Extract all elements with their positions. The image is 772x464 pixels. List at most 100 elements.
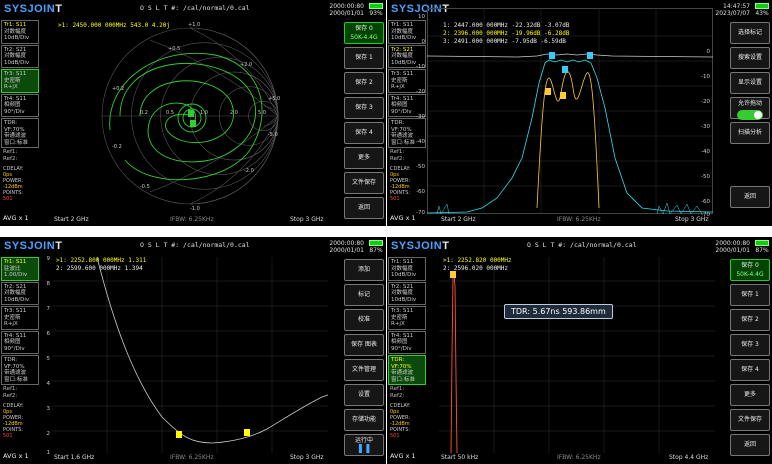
tdr-trace-plot[interactable] (439, 257, 715, 453)
smith-chart[interactable]: +0.5 +1.0 +2.0 +5.0 +0.2 -0.2 -0.5 -1.0 … (40, 20, 342, 212)
soft-menu: 保存 0 50K-4.4G 保存 1 保存 2 保存 3 保存 4 更多 文件保存… (344, 22, 384, 222)
save-chart-button[interactable]: 保存 图表 (344, 334, 384, 356)
trace-3[interactable]: Tr3: S11 史密斯 R+jX (388, 306, 426, 330)
ref2: Ref2: (390, 155, 405, 162)
start-freq[interactable]: Start 1.6 GHz (54, 454, 94, 461)
stop-freq[interactable]: Stop 3 GHz (290, 454, 324, 461)
trace-1[interactable]: Tr1: S11 驻波比 1.00/Div (1, 257, 39, 281)
save-4-button[interactable]: 保存 4 (344, 122, 384, 144)
scan-analysis-button[interactable]: 扫描分析 (730, 122, 770, 144)
save-3-button[interactable]: 保存 3 (730, 334, 770, 356)
soft-menu: 添加 标记 校准 保存 图表 文件管理 设置 存储功能 运行中 ❚❚ (344, 259, 384, 459)
trace-2[interactable]: Tr2: S21 对数幅度 10dB/Div (1, 44, 39, 68)
sweep-info: CDELAY: 0ps POWER: -12dBm POINTS: 501 (3, 166, 24, 202)
avg-count: AVG x 1 (3, 214, 29, 222)
toggle-switch-icon (737, 110, 763, 120)
screen-filter: SYSJOINT 14:47:57 2023/07/07 43% Tr1: S11… (387, 0, 772, 226)
battery-icon: 93% (369, 3, 383, 17)
save-0-button[interactable]: 保存 0 50K-4.4G (344, 22, 384, 44)
trace-4[interactable]: Tr4: S11 相频图 90°/Div (1, 330, 39, 354)
trace-4[interactable]: Tr4: S11 相频图 90°/Div (1, 93, 39, 117)
tdr-settings[interactable]: TDR: VF:70% 带通滤波 窗口:标准 (388, 355, 426, 385)
logo: SYSJOINT (4, 240, 63, 252)
svg-text:+1.0: +1.0 (188, 22, 200, 28)
trace-3[interactable]: Tr3: S11 史密斯 R+jX (1, 69, 39, 93)
running-button[interactable]: 运行中 ❚❚ (344, 434, 384, 456)
select-marker-button[interactable]: 选择标记 (730, 22, 770, 44)
screen-vswr: SYSJOINT O S L T #: /cal/normal/0.cal 20… (0, 237, 386, 464)
save-4-button[interactable]: 保存 4 (730, 359, 770, 381)
soft-menu: 选择标记 搜索设置 显示设置 允许拖动 扫描分析 返回 (730, 22, 770, 211)
ifbw: IFBW: 6.25KHz (557, 216, 601, 223)
start-freq[interactable]: Start 2 GHz (441, 216, 476, 223)
avg-count: AVG x 1 (390, 452, 416, 460)
marker-1: >1: 2252.820 000MHz (443, 257, 512, 264)
back-button[interactable]: 返回 (730, 434, 770, 456)
marker-2: 2: 2396.000 000MHz -19.96dB -6.28dB (443, 30, 570, 37)
start-freq[interactable]: Start 2 GHz (54, 216, 89, 223)
storage-function-button[interactable]: 存储功能 (344, 409, 384, 431)
clock: 2000:00:80 2000/01/01 (715, 240, 750, 254)
svg-text:1.0: 1.0 (200, 110, 208, 116)
svg-text:-0.2: -0.2 (112, 144, 122, 150)
trace-2[interactable]: Tr2: S21 对数幅度 10dB/Div (1, 281, 39, 305)
clock: 2000:00:80 2000/01/01 (329, 240, 364, 254)
save-2-button[interactable]: 保存 2 (344, 72, 384, 94)
svg-text:+2.0: +2.0 (240, 62, 252, 68)
ifbw: IFBW: 6.25KHz (557, 454, 601, 461)
save-2-button[interactable]: 保存 2 (730, 309, 770, 331)
svg-text:-5.0: -5.0 (268, 132, 278, 138)
marker-1: 1: 2447.000 000MHz -22.32dB -3.07dB (443, 22, 570, 29)
display-settings-button[interactable]: 显示设置 (730, 72, 770, 94)
marker-1: >1: 2252.800 000MHz 1.311 (56, 257, 147, 264)
svg-text:0.2: 0.2 (140, 110, 148, 116)
trace-panel: Tr1: S11 对数幅度 10dB/Div Tr2: S21 对数幅度 10dB/Di… (1, 20, 39, 162)
sweep-info: CDELAY: 0ps POWER: -12dBm POINTS: 501 (3, 403, 24, 439)
file-save-button[interactable]: 文件保存 (730, 409, 770, 431)
svg-text:+0.5: +0.5 (168, 46, 180, 52)
back-button[interactable]: 返回 (344, 197, 384, 219)
marker-3: 3: 2491.000 000MHz -7.95dB -6.59dB (443, 38, 566, 45)
tdr-settings[interactable]: TDR: VF:70% 带通滤波 窗口:标准 (1, 355, 39, 385)
calibrate-button[interactable]: 校准 (344, 309, 384, 331)
svg-text:0.5: 0.5 (166, 110, 174, 116)
file-manager-button[interactable]: 文件管理 (344, 359, 384, 381)
cal-title: O S L T #: /cal/normal/0.cal (527, 241, 637, 249)
trace-1[interactable]: Tr1: S11 对数幅度 10dB/Div (388, 257, 426, 281)
trace-4[interactable]: Tr4: S11 相频图 90°/Div (388, 330, 426, 354)
add-button[interactable]: 添加 (344, 259, 384, 281)
trace-1[interactable]: Tr1: S11 对数幅度 10dB/Div (1, 20, 39, 44)
trace-3[interactable]: Tr3: S11 史密斯 R+jX (1, 306, 39, 330)
sweep-info: CDELAY: 0ps POWER: -12dBm POINTS: 501 (390, 403, 411, 439)
more-button[interactable]: 更多 (344, 147, 384, 169)
clock: 2000:00:80 2000/01/01 (329, 3, 364, 17)
back-button[interactable]: 返回 (730, 186, 770, 208)
save-0-button[interactable]: 保存 0 50K-4.4G (730, 259, 770, 281)
save-1-button[interactable]: 保存 1 (730, 284, 770, 306)
settings-button[interactable]: 设置 (344, 384, 384, 406)
marker-button[interactable]: 标记 (344, 284, 384, 306)
svg-text:-2.0: -2.0 (244, 168, 254, 174)
trace-panel: Tr1: S11 对数幅度 10dB/Div Tr2: S21 对数幅度 10dB/Di… (388, 257, 426, 399)
more-button[interactable]: 更多 (730, 384, 770, 406)
trace-2[interactable]: Tr2: S21 对数幅度 10dB/Div (388, 281, 426, 305)
ifbw: IFBW: 6.25KHz (170, 454, 214, 461)
battery-icon: 87% (755, 240, 769, 254)
start-freq[interactable]: Start 50 kHz (441, 454, 478, 461)
avg-count: AVG x 1 (3, 452, 29, 460)
stop-freq[interactable]: Stop 3 GHz (290, 216, 324, 223)
logo: SYSJOINT (4, 3, 63, 15)
clock: 14:47:57 2023/07/07 (715, 3, 750, 17)
ifbw: IFBW: 6.25KHz (170, 216, 214, 223)
tdr-readout: TDR: 5.67ns 593.86mm (504, 304, 613, 319)
save-1-button[interactable]: 保存 1 (344, 47, 384, 69)
cal-title: O S L T #: /cal/normal/0.cal (140, 241, 250, 249)
allow-drag-toggle[interactable]: 允许拖动 (730, 97, 770, 120)
vswr-trace-plot[interactable] (52, 257, 328, 453)
save-3-button[interactable]: 保存 3 (344, 97, 384, 119)
search-settings-button[interactable]: 搜索设置 (730, 47, 770, 69)
stop-freq[interactable]: Stop 3 GHz (675, 216, 709, 223)
stop-freq[interactable]: Stop 4.4 GHz (669, 454, 708, 461)
file-save-button[interactable]: 文件保存 (344, 172, 384, 194)
tdr-settings[interactable]: TDR: VF:70% 带通滤波 窗口:标准 (1, 118, 39, 148)
